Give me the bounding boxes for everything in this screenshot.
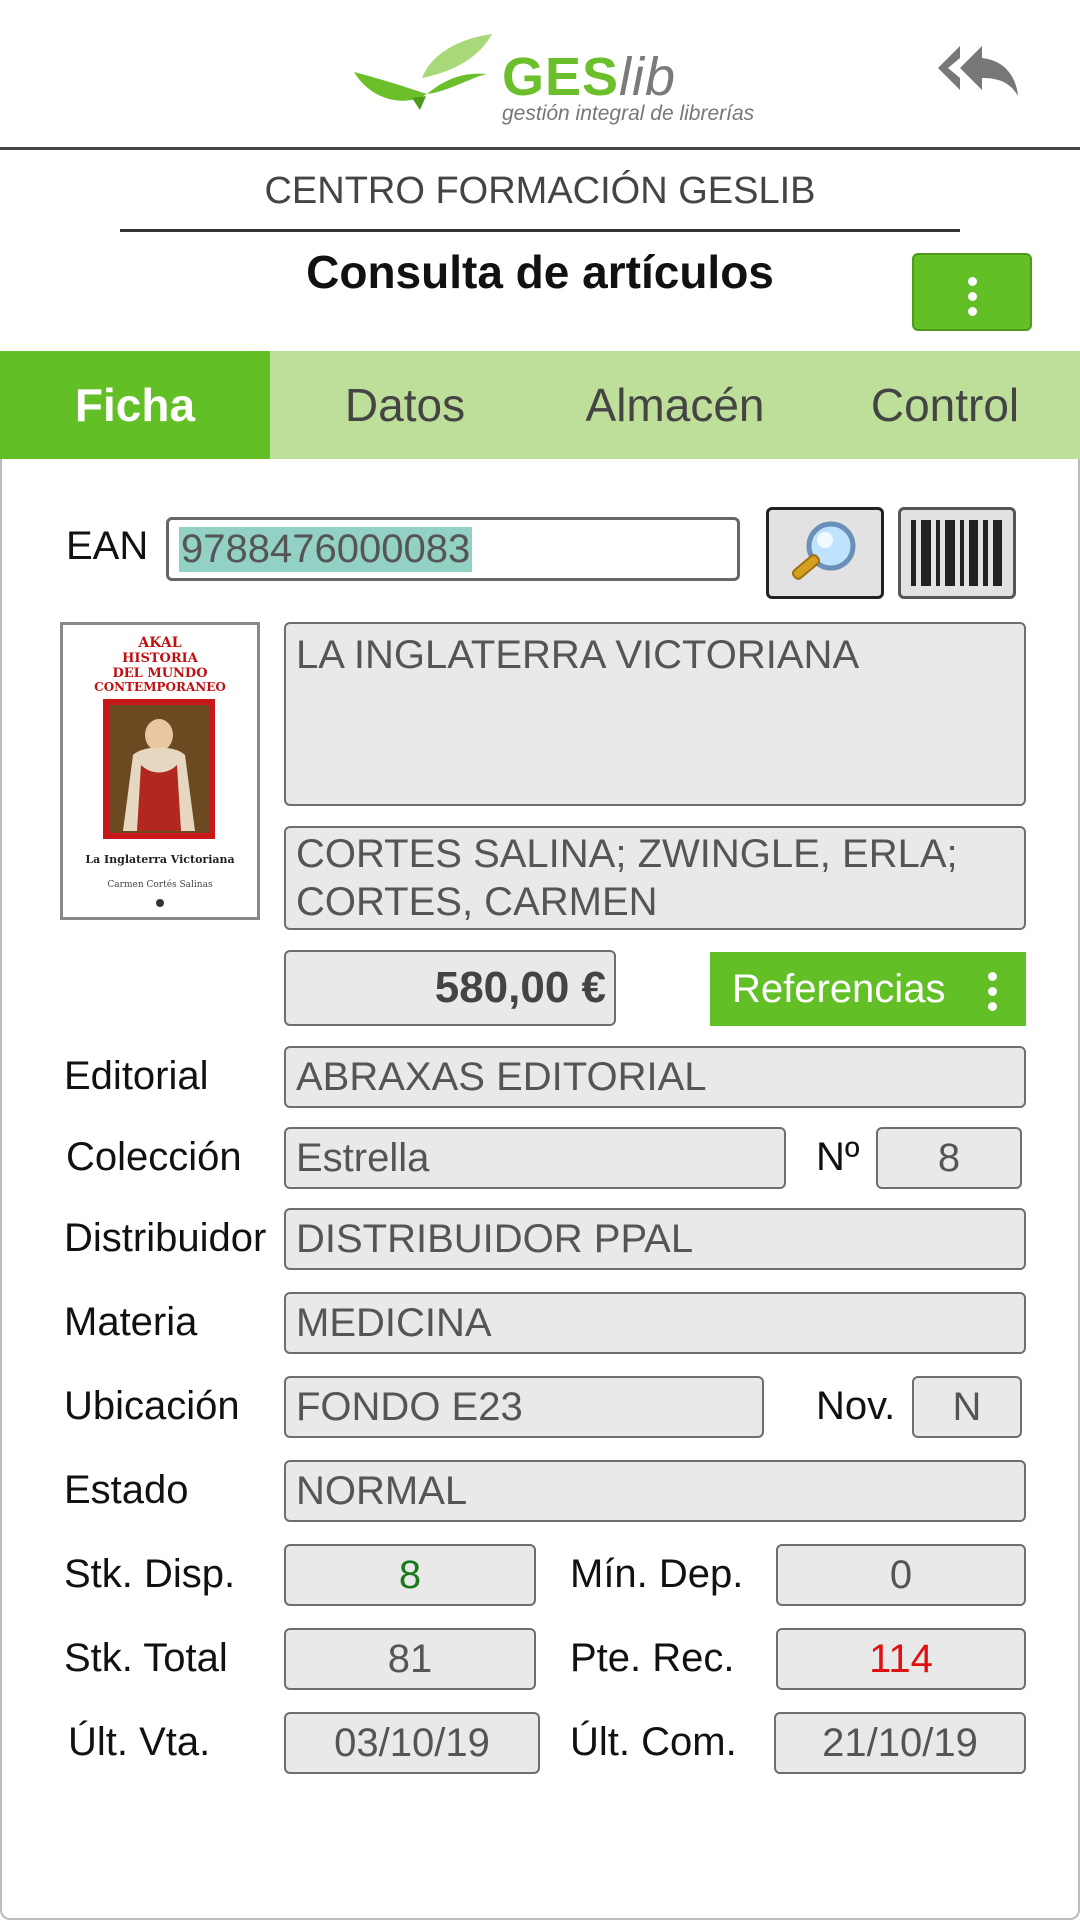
ean-input[interactable]: 9788476000083 [166,517,740,581]
pte-rec-field: 114 [776,1628,1026,1690]
barcode-button[interactable] [898,507,1016,599]
distribuidor-field: DISTRIBUIDOR PPAL [284,1208,1026,1270]
min-dep-field: 0 [776,1544,1026,1606]
title-field: LA INGLATERRA VICTORIANA [284,622,1026,806]
nov-field: N [912,1376,1022,1438]
tab-ficha[interactable]: Ficha [0,351,270,459]
editorial-field: ABRAXAS EDITORIAL [284,1046,1026,1108]
app-header: GESlib gestión integral de librerías [0,0,1080,150]
center-name: CENTRO FORMACIÓN GESLIB [120,160,960,232]
stk-disp-label: Stk. Disp. [64,1552,236,1596]
editorial-label: Editorial [64,1054,209,1098]
price-field: 580,00 € [284,950,616,1026]
stk-total-label: Stk. Total [64,1636,228,1680]
nov-label: Nov. [816,1384,896,1428]
ubicacion-field: FONDO E23 [284,1376,764,1438]
pte-rec-label: Pte. Rec. [570,1636,735,1680]
referencias-label: Referencias [732,967,946,1011]
cover-text-4: CONTEMPORANEO [94,680,226,694]
author-field: CORTES SALINA; ZWINGLE, ERLA; CORTES, CA… [284,826,1026,930]
kebab-menu-icon [988,972,998,1017]
search-button[interactable] [766,507,884,599]
materia-field: MEDICINA [284,1292,1026,1354]
book-cover-image: AKAL HISTORIA DEL MUNDO CONTEMPORANEO La… [60,622,260,920]
kebab-menu-icon [968,277,978,322]
book-cover-illustration: AKAL HISTORIA DEL MUNDO CONTEMPORANEO La… [63,625,257,917]
ean-value: 9788476000083 [179,526,473,572]
tab-datos[interactable]: Datos [270,351,540,459]
estado-label: Estado [64,1468,189,1512]
stk-total-field: 81 [284,1628,536,1690]
cover-text-2: HISTORIA [122,651,199,666]
min-dep-label: Mín. Dep. [570,1552,744,1596]
distribuidor-label: Distribuidor [64,1216,267,1260]
ult-com-field: 21/10/19 [774,1712,1026,1774]
reply-all-icon [938,46,1018,96]
ult-com-label: Últ. Com. [570,1720,737,1764]
cover-text-1: AKAL [137,635,181,651]
referencias-button[interactable]: Referencias [710,952,1026,1026]
leaf-logo-icon [354,34,492,110]
ult-vta-label: Últ. Vta. [68,1720,211,1764]
magnifier-icon [791,521,856,580]
cover-text-3: DEL MUNDO [112,666,207,681]
options-menu-button[interactable] [912,253,1032,331]
materia-label: Materia [64,1300,198,1344]
ubicacion-label: Ubicación [64,1384,240,1428]
cover-book-title: La Inglaterra Victoriana [85,853,234,866]
ult-vta-field: 03/10/19 [284,1712,540,1774]
estado-field: NORMAL [284,1460,1026,1522]
coleccion-label: Colección [66,1135,242,1179]
coleccion-field: Estrella [284,1127,786,1189]
logo-wordmark: GESlib [502,47,677,107]
tab-almacen[interactable]: Almacén [540,351,810,459]
barcode-icon [911,520,1002,586]
tab-bar: Ficha Datos Almacén Control [0,351,1080,459]
numero-label: Nº [816,1135,860,1179]
back-button[interactable] [936,38,1020,102]
ean-label: EAN [66,524,149,568]
tab-control[interactable]: Control [810,351,1080,459]
logo-tagline: gestión integral de librerías [502,102,755,125]
geslib-logo: GESlib gestión integral de librerías [352,28,754,128]
cover-book-author: Carmen Cortés Salinas [107,879,213,890]
numero-field: 8 [876,1127,1022,1189]
stk-disp-field: 8 [284,1544,536,1606]
